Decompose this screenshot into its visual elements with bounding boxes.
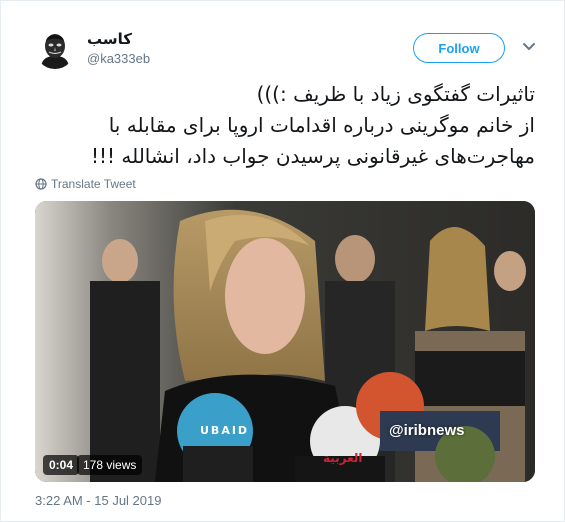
chevron-down-icon[interactable] xyxy=(520,38,538,56)
avatar[interactable] xyxy=(35,29,75,69)
mask-avatar-icon xyxy=(35,29,75,69)
tweet-timestamp[interactable]: 3:22 AM - 15 Jul 2019 xyxy=(35,493,161,508)
tweet-line: از خانم موگرینی درباره اقدامات اروپا برا… xyxy=(108,113,535,137)
globe-icon xyxy=(35,178,47,190)
video-frame xyxy=(35,201,535,482)
translate-tweet-link[interactable]: Translate Tweet xyxy=(35,177,136,191)
translate-label: Translate Tweet xyxy=(51,177,136,191)
video-duration: 0:04 xyxy=(43,455,80,475)
video-watermark: @iribnews xyxy=(389,422,465,439)
video-views: 178 views xyxy=(77,455,143,475)
mic-label-alarabiya: العربية xyxy=(323,451,363,465)
mic-label-ubaid: UBAID xyxy=(200,424,250,437)
tweet-line: تاثیرات گفتگوی زیاد با ظریف :))) xyxy=(256,82,535,106)
video-player[interactable]: UBAID العربية xyxy=(35,201,535,482)
user-handle[interactable]: @ka333eb xyxy=(87,51,150,66)
tweet-line: مهاجرت‌های غیرقانونی پرسیدن جواب داد، ان… xyxy=(90,144,535,168)
tweet-card: کاسب @ka333eb Follow تاثیرات گفتگوی زیاد… xyxy=(0,0,565,522)
tweet-text: تاثیرات گفتگوی زیاد با ظریف :))) از خانم… xyxy=(35,79,535,172)
display-name[interactable]: کاسب xyxy=(87,30,132,48)
follow-button[interactable]: Follow xyxy=(413,33,505,63)
